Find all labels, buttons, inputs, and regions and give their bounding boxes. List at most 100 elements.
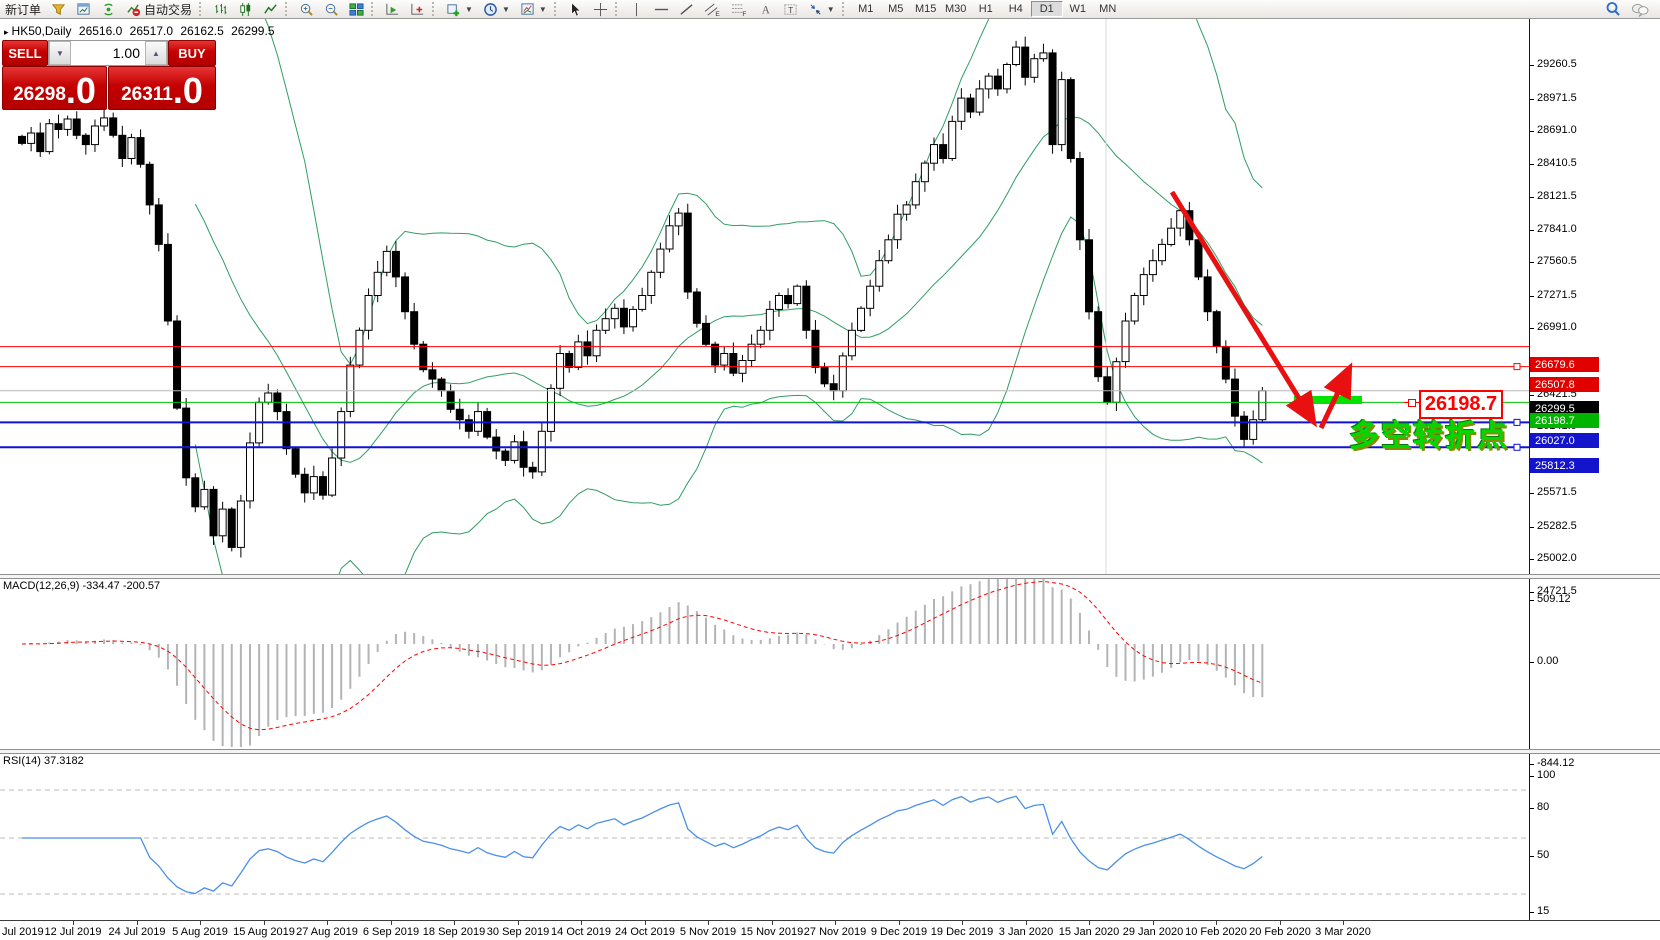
- chat-icon[interactable]: [1626, 1, 1654, 17]
- volume-stepper: ▼ 1.00 ▲: [48, 40, 168, 66]
- zoom-out-icon[interactable]: [319, 1, 344, 17]
- candle: [1149, 249, 1156, 281]
- candle: [858, 306, 865, 332]
- date-axis[interactable]: Jul 201912 Jul 201924 Jul 20195 Aug 2019…: [0, 920, 1660, 940]
- candlestick-mode-icon[interactable]: [233, 1, 258, 17]
- arrows-tool-icon[interactable]: ▼: [803, 1, 840, 17]
- candle: [912, 174, 919, 209]
- indicators-add-icon[interactable]: ▼: [441, 1, 478, 17]
- line-handle[interactable]: [1514, 364, 1520, 370]
- tab-timeframe-W1[interactable]: W1: [1063, 1, 1093, 17]
- sell-button[interactable]: SELL: [2, 40, 48, 66]
- sell-price-button[interactable]: 26298 .0: [2, 66, 107, 110]
- new-chart-icon[interactable]: [71, 1, 96, 17]
- fibonacci-tool-icon[interactable]: F: [726, 1, 753, 17]
- date-label: 27 Aug 2019: [296, 926, 358, 938]
- candle: [894, 205, 901, 249]
- down-trend-arrow[interactable]: [1172, 192, 1313, 421]
- volume-increase-button[interactable]: ▲: [145, 41, 167, 65]
- new-order-button[interactable]: 新订单: [0, 1, 46, 17]
- dropdown-caret-icon: ▼: [827, 5, 835, 14]
- price-tick-label: 27841.0: [1537, 223, 1577, 235]
- candle: [155, 198, 162, 251]
- candle: [803, 280, 810, 339]
- search-icon[interactable]: [1600, 1, 1626, 17]
- svg-text:A: A: [762, 4, 771, 16]
- signals-icon[interactable]: [96, 1, 121, 17]
- macd-axis-label: 509.12: [1537, 593, 1571, 605]
- date-tick: [1026, 921, 1027, 925]
- tile-windows-icon[interactable]: [344, 1, 369, 17]
- tab-timeframe-M5[interactable]: M5: [881, 1, 911, 17]
- price-tick-label: 27560.5: [1537, 255, 1577, 267]
- candle: [985, 73, 992, 99]
- price-axis[interactable]: 29260.528971.528691.028410.528121.527841…: [1529, 18, 1660, 920]
- rsi-indicator-pane[interactable]: [0, 753, 1529, 920]
- tab-timeframe-H1[interactable]: H1: [971, 1, 1001, 17]
- auto-scroll-icon[interactable]: [380, 1, 405, 17]
- equidistant-channel-tool-icon[interactable]: E: [699, 1, 726, 17]
- candle: [447, 384, 454, 413]
- text-tool-icon[interactable]: A: [753, 1, 778, 17]
- candle: [502, 449, 509, 466]
- tab-timeframe-MN[interactable]: MN: [1093, 1, 1123, 17]
- auto-trading-button[interactable]: 自动交易: [121, 1, 197, 17]
- toolbar-gripper: [842, 2, 849, 16]
- text-label-tool-icon[interactable]: T: [778, 1, 803, 17]
- rsi-axis-label: 50: [1537, 849, 1549, 861]
- candle: [183, 398, 190, 486]
- candle: [584, 330, 591, 364]
- chart-header: ▸HK50,Daily 26516.0 26517.0 26162.5 2629…: [4, 24, 279, 38]
- chart-marker-icon: ▸: [4, 27, 9, 37]
- candle: [365, 288, 372, 339]
- cursor-tool-icon[interactable]: [563, 1, 588, 17]
- candle: [73, 111, 80, 139]
- mt4-window: 新订单 自动交易: [0, 0, 1660, 940]
- toolbar-gripper: [615, 2, 622, 16]
- zoom-in-icon[interactable]: [294, 1, 319, 17]
- trendline-tool-icon[interactable]: [674, 1, 699, 17]
- tab-timeframe-H4[interactable]: H4: [1001, 1, 1031, 17]
- date-label: 3 Jan 2020: [999, 926, 1053, 938]
- candle: [301, 468, 308, 503]
- toolbar-gripper: [371, 2, 378, 16]
- rsi-pane-separator[interactable]: [0, 749, 1660, 754]
- candle: [237, 495, 244, 558]
- crosshair-tool-icon[interactable]: [588, 1, 613, 17]
- axis-tick: [1530, 527, 1534, 528]
- vertical-line-tool-icon[interactable]: [624, 1, 649, 17]
- turning-point-note[interactable]: 多空转折点: [1349, 411, 1509, 455]
- horizontal-line-tool-icon[interactable]: [649, 1, 674, 17]
- date-label: 15 Nov 2019: [741, 926, 803, 938]
- tab-timeframe-M30[interactable]: M30: [941, 1, 971, 17]
- candle: [319, 471, 326, 499]
- date-tick: [137, 921, 138, 925]
- line-handle[interactable]: [1514, 419, 1520, 425]
- price-tick-label: 25002.0: [1537, 552, 1577, 564]
- callout-handle[interactable]: [1408, 399, 1416, 407]
- line-chart-mode-icon[interactable]: [258, 1, 283, 17]
- date-tick: [454, 921, 455, 925]
- periods-clock-icon[interactable]: ▼: [478, 1, 515, 17]
- price-tick-label: 28691.0: [1537, 124, 1577, 136]
- axis-tick: [1530, 230, 1534, 231]
- candle: [684, 204, 691, 299]
- templates-icon[interactable]: ▼: [515, 1, 552, 17]
- buy-button[interactable]: BUY: [168, 40, 216, 66]
- axis-tick: [1530, 592, 1534, 593]
- tab-timeframe-M1[interactable]: M1: [851, 1, 881, 17]
- buy-price-button[interactable]: 26311 .0: [108, 66, 216, 110]
- macd-pane-separator[interactable]: [0, 574, 1660, 579]
- chart-shift-icon[interactable]: [405, 1, 430, 17]
- bar-chart-mode-icon[interactable]: [208, 1, 233, 17]
- rsi-axis-label: 15: [1537, 905, 1549, 917]
- tab-timeframe-M15[interactable]: M15: [911, 1, 941, 17]
- volume-value[interactable]: 1.00: [71, 41, 145, 65]
- volume-decrease-button[interactable]: ▼: [49, 41, 71, 65]
- market-watch-icon[interactable]: [46, 1, 71, 17]
- line-handle[interactable]: [1514, 444, 1520, 450]
- macd-indicator-pane[interactable]: [0, 578, 1529, 749]
- candle: [247, 433, 254, 509]
- main-price-chart[interactable]: [0, 18, 1529, 574]
- tab-timeframe-D1[interactable]: D1: [1031, 1, 1063, 17]
